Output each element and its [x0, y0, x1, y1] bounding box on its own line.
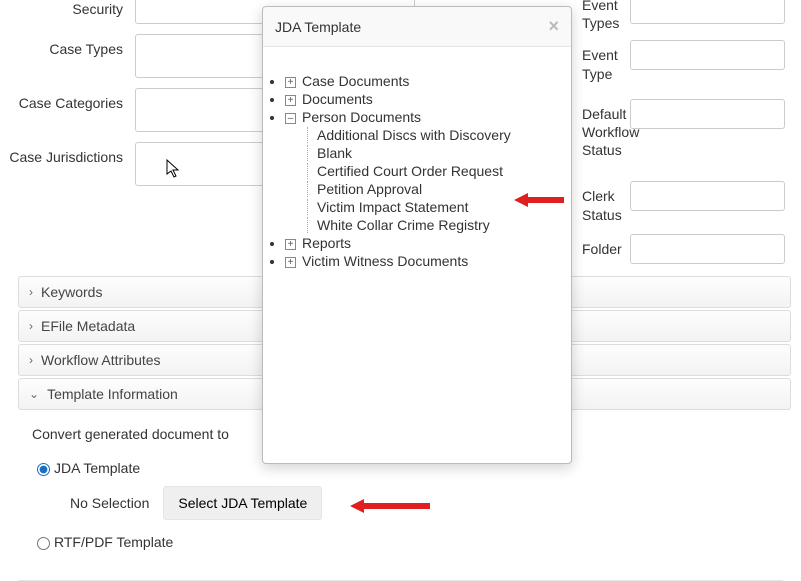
- tree-node-case-documents[interactable]: Case Documents: [302, 73, 409, 89]
- expand-icon[interactable]: +: [285, 77, 296, 88]
- tree-leaf-additional-discs[interactable]: Additional Discs with Discovery: [317, 127, 511, 143]
- chevron-right-icon: ›: [29, 319, 33, 333]
- chevron-right-icon: ›: [29, 353, 33, 367]
- jda-template-dialog: JDA Template × + Case Documents + Document…: [262, 6, 572, 464]
- label-event-types: Event Types: [582, 0, 630, 32]
- radio-jda-label: JDA Template: [54, 460, 140, 476]
- tree-leaf-certified-court-order[interactable]: Certified Court Order Request: [317, 163, 503, 179]
- tree-leaf-blank[interactable]: Blank: [317, 145, 352, 161]
- dialog-title: JDA Template: [275, 19, 361, 35]
- chevron-down-icon: ⌄: [29, 387, 39, 401]
- expand-icon[interactable]: +: [285, 95, 296, 106]
- label-folder: Folder: [582, 234, 630, 258]
- label-case-categories: Case Categories: [0, 88, 135, 112]
- label-event-type: Event Type: [582, 40, 630, 82]
- close-icon[interactable]: ×: [548, 16, 559, 37]
- tree-node-person-documents[interactable]: Person Documents: [302, 109, 421, 125]
- accordion-template-label: Template Information: [47, 386, 178, 402]
- radio-rtf-pdf-template[interactable]: [37, 537, 50, 550]
- input-default-workflow-status[interactable]: [630, 99, 785, 129]
- tree-node-documents[interactable]: Documents: [302, 91, 373, 107]
- input-event-type[interactable]: [630, 40, 785, 70]
- tree-node-victim-witness-documents[interactable]: Victim Witness Documents: [302, 253, 468, 269]
- tree-leaf-white-collar-crime[interactable]: White Collar Crime Registry: [317, 217, 490, 233]
- collapse-icon[interactable]: –: [285, 113, 296, 124]
- label-case-jurisdictions: Case Jurisdictions: [0, 142, 135, 166]
- tree-leaf-petition-approval[interactable]: Petition Approval: [317, 181, 422, 197]
- input-folder[interactable]: [630, 234, 785, 264]
- accordion-efile-label: EFile Metadata: [41, 318, 135, 334]
- template-tree: + Case Documents + Documents –Person Docum…: [263, 61, 571, 281]
- label-clerk-status: Clerk Status: [582, 181, 630, 223]
- tree-node-reports[interactable]: Reports: [302, 235, 351, 251]
- expand-icon[interactable]: +: [285, 257, 296, 268]
- no-selection-text: No Selection: [70, 495, 149, 511]
- expand-icon[interactable]: +: [285, 239, 296, 250]
- chevron-right-icon: ›: [29, 285, 33, 299]
- input-clerk-status[interactable]: [630, 181, 785, 211]
- tree-leaf-victim-impact-statement[interactable]: Victim Impact Statement: [317, 199, 468, 215]
- select-jda-template-button[interactable]: Select JDA Template: [163, 486, 322, 520]
- accordion-keywords-label: Keywords: [41, 284, 102, 300]
- input-event-types[interactable]: [630, 0, 785, 24]
- radio-jda-template[interactable]: [37, 463, 50, 476]
- label-case-types: Case Types: [0, 34, 135, 58]
- accordion-workflow-label: Workflow Attributes: [41, 352, 161, 368]
- label-default-workflow-status: Default Workflow Status: [582, 99, 630, 160]
- label-security: Security: [0, 0, 135, 18]
- radio-rtf-label: RTF/PDF Template: [54, 534, 173, 550]
